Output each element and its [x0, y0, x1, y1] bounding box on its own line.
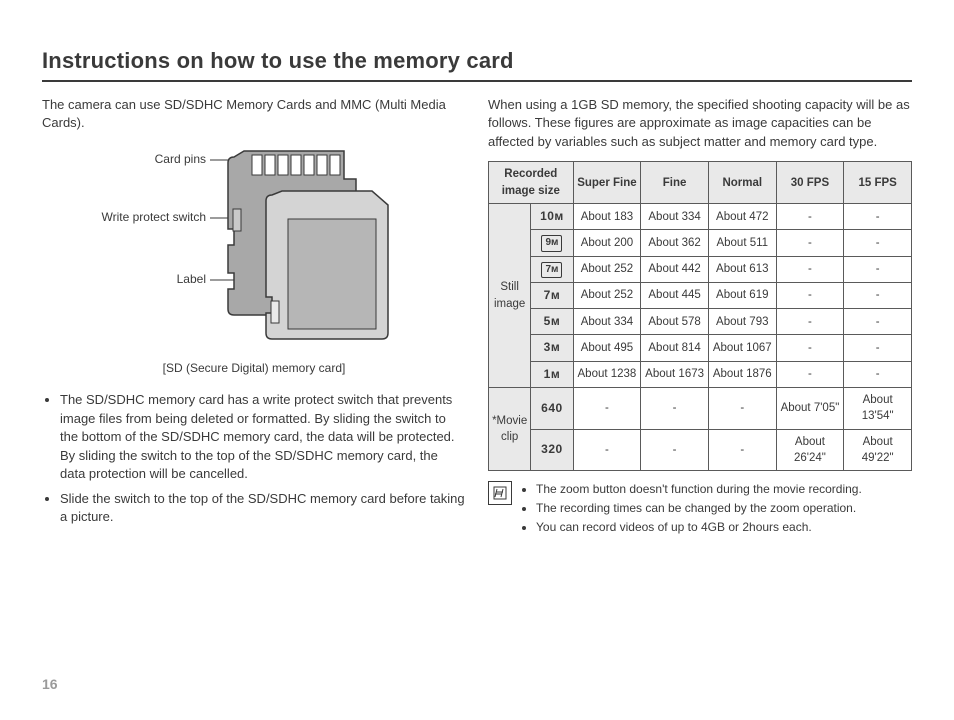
table-row: 7ᴍAbout 252About 442About 613-- [489, 256, 912, 282]
page-title: Instructions on how to use the memory ca… [42, 48, 912, 74]
data-cell: About 1673 [641, 361, 709, 387]
data-cell: - [641, 429, 709, 471]
data-cell: About 511 [708, 230, 776, 256]
data-cell: About 1238 [573, 361, 641, 387]
group-movie-clip: *Movie clip [489, 388, 531, 471]
table-row: 9ᴍAbout 200About 362About 511-- [489, 230, 912, 256]
data-cell: - [776, 204, 844, 230]
table-row: 320---About 26'24"About 49'22" [489, 429, 912, 471]
data-cell: - [573, 388, 641, 430]
left-column: The camera can use SD/SDHC Memory Cards … [42, 96, 466, 538]
sd-card-diagram: Card pins Write protect switch Label [42, 143, 466, 377]
data-cell: About 13'54" [844, 388, 912, 430]
size-cell: 5ᴍ [531, 309, 573, 335]
table-row: 3ᴍAbout 495About 814About 1067-- [489, 335, 912, 361]
data-cell: About 445 [641, 282, 709, 308]
list-item: The zoom button doesn't function during … [536, 481, 862, 498]
label-card-pins: Card pins [155, 152, 206, 166]
th-fine: Fine [641, 162, 709, 204]
data-cell: - [776, 309, 844, 335]
data-cell: About 793 [708, 309, 776, 335]
data-cell: - [844, 335, 912, 361]
page-number: 16 [42, 676, 58, 692]
left-bullet-list: The SD/SDHC memory card has a write prot… [42, 391, 466, 526]
data-cell: About 619 [708, 282, 776, 308]
data-cell: - [708, 388, 776, 430]
size-cell: 320 [531, 429, 573, 471]
note-icon [488, 481, 512, 505]
list-item: The SD/SDHC memory card has a write prot… [60, 391, 466, 483]
data-cell: About 7'05" [776, 388, 844, 430]
data-cell: About 334 [573, 309, 641, 335]
size-cell: 1ᴍ [531, 361, 573, 387]
right-column: When using a 1GB SD memory, the specifie… [488, 96, 912, 538]
list-item: You can record videos of up to 4GB or 2h… [536, 519, 862, 536]
table-row: 5ᴍAbout 334About 578About 793-- [489, 309, 912, 335]
data-cell: - [776, 230, 844, 256]
data-cell: - [573, 429, 641, 471]
size-cell: 3ᴍ [531, 335, 573, 361]
data-cell: About 183 [573, 204, 641, 230]
left-intro: The camera can use SD/SDHC Memory Cards … [42, 96, 466, 133]
data-cell: About 814 [641, 335, 709, 361]
size-cell: 7ᴍ [531, 282, 573, 308]
data-cell: About 200 [573, 230, 641, 256]
data-cell: - [776, 361, 844, 387]
th-30fps: 30 FPS [776, 162, 844, 204]
data-cell: About 252 [573, 256, 641, 282]
data-cell: About 334 [641, 204, 709, 230]
data-cell: About 1876 [708, 361, 776, 387]
data-cell: - [776, 282, 844, 308]
th-normal: Normal [708, 162, 776, 204]
label-write-protect: Write protect switch [102, 210, 206, 224]
group-still-image: Still image [489, 204, 531, 388]
data-cell: About 472 [708, 204, 776, 230]
data-cell: About 252 [573, 282, 641, 308]
size-cell: 640 [531, 388, 573, 430]
sd-card-svg: Card pins Write protect switch Label [84, 143, 424, 353]
data-cell: - [708, 429, 776, 471]
notes-list: The zoom button doesn't function during … [520, 481, 862, 538]
data-cell: - [844, 204, 912, 230]
data-cell: About 1067 [708, 335, 776, 361]
diagram-caption: [SD (Secure Digital) memory card] [42, 360, 466, 377]
size-cell: 9ᴍ [531, 230, 573, 256]
data-cell: - [776, 256, 844, 282]
data-cell: About 49'22" [844, 429, 912, 471]
size-cell: 10ᴍ [531, 204, 573, 230]
data-cell: About 362 [641, 230, 709, 256]
label-label: Label [177, 272, 206, 286]
data-cell: About 578 [641, 309, 709, 335]
data-cell: - [844, 282, 912, 308]
data-cell: About 495 [573, 335, 641, 361]
data-cell: About 613 [708, 256, 776, 282]
list-item: Slide the switch to the top of the SD/SD… [60, 490, 466, 527]
table-row: Still image10ᴍAbout 183About 334About 47… [489, 204, 912, 230]
notes-block: The zoom button doesn't function during … [488, 481, 912, 538]
right-intro: When using a 1GB SD memory, the specifie… [488, 96, 912, 151]
data-cell: - [844, 230, 912, 256]
data-cell: About 26'24" [776, 429, 844, 471]
data-cell: - [776, 335, 844, 361]
table-row: 7ᴍAbout 252About 445About 619-- [489, 282, 912, 308]
title-bar: Instructions on how to use the memory ca… [42, 48, 912, 82]
size-cell: 7ᴍ [531, 256, 573, 282]
data-cell: - [844, 256, 912, 282]
th-super-fine: Super Fine [573, 162, 641, 204]
data-cell: - [844, 361, 912, 387]
th-recorded: Recorded image size [489, 162, 574, 204]
list-item: The recording times can be changed by th… [536, 500, 862, 517]
th-15fps: 15 FPS [844, 162, 912, 204]
sd-card-front-icon [266, 191, 388, 339]
data-cell: About 442 [641, 256, 709, 282]
data-cell: - [844, 309, 912, 335]
table-row: 1ᴍAbout 1238About 1673About 1876-- [489, 361, 912, 387]
table-row: *Movie clip640---About 7'05"About 13'54" [489, 388, 912, 430]
capacity-table: Recorded image size Super Fine Fine Norm… [488, 161, 912, 471]
data-cell: - [641, 388, 709, 430]
